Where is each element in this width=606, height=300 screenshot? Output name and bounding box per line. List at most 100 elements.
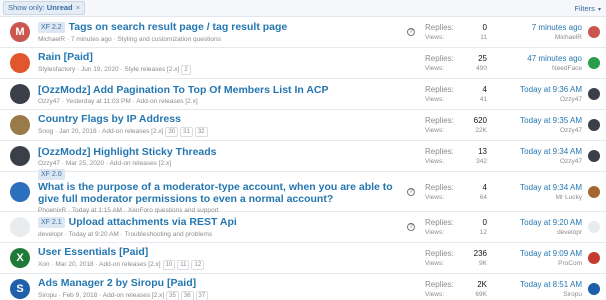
thread-forum-link[interactable]: Add-on releases [2.x] <box>103 292 164 299</box>
thread-author-link[interactable]: Ozzy47 <box>38 98 60 105</box>
avatar[interactable] <box>10 181 30 202</box>
thread-forum-link[interactable]: Add-on releases [2.x] <box>99 261 160 268</box>
avatar[interactable] <box>10 217 30 237</box>
filters-button[interactable]: Filters ▾ <box>574 4 601 13</box>
page-jump-link[interactable]: 31 <box>180 127 193 137</box>
thread-forum-link[interactable]: Add-on releases [2.x] <box>136 98 197 105</box>
last-post-user-link[interactable]: Mr Lucky <box>490 194 582 201</box>
filter-bar: Show only: Unread × Filters ▾ <box>0 0 606 17</box>
thread-author-link[interactable]: Siropu <box>38 292 57 299</box>
last-post-user-link[interactable]: Ozzy47 <box>490 158 582 165</box>
last-post-time-link[interactable]: Today at 8:51 AM <box>490 280 582 289</box>
last-post-time-link[interactable]: Today at 9:36 AM <box>490 85 582 94</box>
thread-forum-link[interactable]: Add-on releases [2.x] <box>102 128 163 135</box>
thread-author-link[interactable]: Xon <box>38 261 50 268</box>
last-post: Today at 9:09 AM ProCom <box>490 249 582 267</box>
thread-row[interactable]: [OzzModz] Add Pagination To Top Of Membe… <box>0 79 606 110</box>
last-post-user-link[interactable]: Siropu <box>490 291 582 298</box>
thread-title-link[interactable]: Upload attachments via REST Api <box>69 216 237 228</box>
avatar[interactable] <box>10 53 30 73</box>
thread-title-link[interactable]: What is the purpose of a moderator-type … <box>38 181 406 205</box>
thread-forum-link[interactable]: Style releases [2.x] <box>124 66 179 73</box>
page-jump-link[interactable]: 36 <box>180 291 194 300</box>
last-post-time-link[interactable]: Today at 9:34 AM <box>490 183 582 192</box>
page-jump-link[interactable]: 12 <box>191 260 205 270</box>
last-post-time-link[interactable]: 47 minutes ago <box>490 54 582 63</box>
replies-count: 0 <box>482 23 487 32</box>
thread-start-date[interactable]: Mar 20, 2018 <box>55 261 93 268</box>
thread-row[interactable]: Rain [Paid] Stylesfactory · Jun 19, 2020 … <box>0 48 606 79</box>
thread-row[interactable]: Country Flags by IP Address Snog · Jan 20… <box>0 110 606 141</box>
thread-start-date[interactable]: Mar 25, 2020 <box>66 160 104 167</box>
thread-title-link[interactable]: Rain [Paid] <box>38 51 93 63</box>
last-post-time-link[interactable]: Today at 9:35 AM <box>490 116 582 125</box>
avatar[interactable]: S <box>10 279 30 299</box>
last-post-user-link[interactable]: Ozzy47 <box>490 127 582 134</box>
thread-row[interactable]: XF 2.0 What is the purpose of a moderator… <box>0 168 606 214</box>
thread-row[interactable]: [OzzModz] Highlight Sticky Threads Ozzy47… <box>0 141 606 172</box>
avatar[interactable] <box>10 146 30 166</box>
last-post-time-link[interactable]: Today at 9:20 AM <box>490 218 582 227</box>
thread-row[interactable]: S Ads Manager 2 by Siropu [Paid] Siropu · … <box>0 274 606 300</box>
thread-forum-link[interactable]: Troubleshooting and problems <box>125 231 213 238</box>
thread-title-link[interactable]: Country Flags by IP Address <box>38 113 181 125</box>
last-post-user-link[interactable]: NeedFace <box>490 65 582 72</box>
last-post-time-link[interactable]: Today at 9:09 AM <box>490 249 582 258</box>
last-post-user-link[interactable]: MichaelR <box>490 34 582 41</box>
last-poster-avatar[interactable] <box>588 283 600 295</box>
thread-forum-link[interactable]: Add-on releases [2.x] <box>110 160 171 167</box>
thread-start-date[interactable]: Jan 20, 2018 <box>59 128 97 135</box>
page-jump-link[interactable]: 10 <box>162 260 176 270</box>
last-post-user-link[interactable]: Ozzy47 <box>490 96 582 103</box>
page-jump-link[interactable]: 35 <box>166 291 179 300</box>
last-poster-avatar[interactable] <box>588 119 600 131</box>
thread-start-date[interactable]: Jun 19, 2020 <box>81 66 119 73</box>
replies-label: Replies: <box>425 182 454 192</box>
last-post-time-link[interactable]: 7 minutes ago <box>490 23 582 32</box>
last-poster-avatar[interactable] <box>588 150 600 162</box>
thread-title-link[interactable]: Tags on search result page / tag result … <box>69 21 288 33</box>
last-post-user-link[interactable]: developr <box>490 229 582 236</box>
thread-author-link[interactable]: Ozzy47 <box>38 160 60 167</box>
thread-author-link[interactable]: Snog <box>38 128 53 135</box>
last-poster-avatar[interactable] <box>588 26 600 38</box>
active-filter-chip[interactable]: Show only: Unread × <box>3 1 86 15</box>
last-post-user-link[interactable]: ProCom <box>490 260 582 267</box>
thread-author-link[interactable]: Stylesfactory <box>38 66 75 73</box>
thread-prefix-badge[interactable]: XF 2.1 <box>38 217 65 228</box>
thread-row[interactable]: M XF 2.2 Tags on search result page / tag … <box>0 17 606 48</box>
thread-prefix-badge[interactable]: XF 2.0 <box>38 168 65 180</box>
thread-start-date[interactable]: Yesterday at 11:03 PM <box>66 98 131 105</box>
close-icon[interactable]: × <box>76 3 80 12</box>
last-post: Today at 9:36 AM Ozzy47 <box>490 85 582 103</box>
thread-author-link[interactable]: developr <box>38 231 63 238</box>
page-jump-link[interactable]: 37 <box>195 291 209 300</box>
thread-row[interactable]: XF 2.1 Upload attachments via REST Api dev… <box>0 212 606 243</box>
thread-title-link[interactable]: Ads Manager 2 by Siropu [Paid] <box>38 277 196 289</box>
thread-author-link[interactable]: MichaelR <box>38 36 65 43</box>
last-poster-avatar[interactable] <box>588 88 600 100</box>
thread-title-link[interactable]: [OzzModz] Add Pagination To Top Of Membe… <box>38 84 328 96</box>
thread-title-link[interactable]: [OzzModz] Highlight Sticky Threads <box>38 146 217 158</box>
page-jump-link[interactable]: 32 <box>194 127 208 137</box>
thread-prefix-badge[interactable]: XF 2.2 <box>38 22 65 33</box>
last-poster-avatar[interactable] <box>588 185 600 198</box>
replies-label: Replies: <box>425 54 454 63</box>
avatar[interactable] <box>10 115 30 135</box>
last-poster-avatar[interactable] <box>588 221 600 233</box>
avatar[interactable]: M <box>10 22 30 42</box>
avatar[interactable] <box>10 84 30 104</box>
last-post-time-link[interactable]: Today at 9:34 AM <box>490 147 582 156</box>
thread-start-date[interactable]: Feb 9, 2018 <box>63 292 98 299</box>
last-poster-avatar[interactable] <box>588 57 600 69</box>
page-jump-link[interactable]: 2 <box>181 65 191 75</box>
thread-start-date[interactable]: Today at 9:20 AM <box>69 231 119 238</box>
page-jump-link[interactable]: 11 <box>177 260 190 270</box>
last-poster-avatar[interactable] <box>588 252 600 264</box>
avatar[interactable]: X <box>10 248 30 268</box>
thread-row[interactable]: X User Essentials [Paid] Xon · Mar 20, 201… <box>0 243 606 274</box>
thread-forum-link[interactable]: Styling and customization questions <box>118 36 221 43</box>
thread-title-link[interactable]: User Essentials [Paid] <box>38 246 148 258</box>
thread-start-date[interactable]: 7 minutes ago <box>71 36 112 43</box>
page-jump-link[interactable]: 30 <box>165 127 179 137</box>
